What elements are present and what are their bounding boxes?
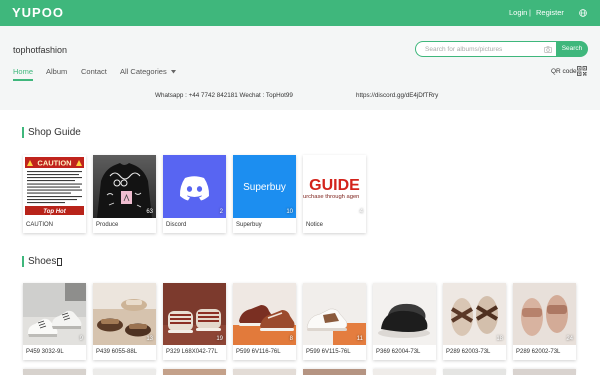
album-card[interactable]: 63 Produce [93, 155, 156, 233]
album-card[interactable]: 13 P439 6055-88L [93, 283, 156, 360]
album-title: P439 6055-88L [96, 349, 138, 355]
album-cover: 2 [163, 155, 226, 218]
nav-album[interactable]: Album [46, 67, 67, 77]
photo-count: 19 [216, 336, 223, 342]
album-cover: Superbuy 10 [233, 155, 296, 218]
album-title: Produce [96, 222, 119, 228]
qr-code-label[interactable]: QR code [551, 68, 577, 76]
album-card-partial[interactable] [373, 369, 436, 375]
album-title: Superbuy [236, 222, 262, 228]
photo-count: 4 [359, 209, 363, 215]
nav-contact[interactable]: Contact [81, 67, 107, 77]
section-title-text: Shop Guide [28, 127, 81, 138]
contact-info: Whatsapp : +44 7742 842181 Wechat : TopH… [155, 92, 293, 99]
section-accent-bar [22, 256, 24, 267]
album-cover: 8 [233, 283, 296, 345]
album-card-partial[interactable] [233, 369, 296, 375]
album-title: P459 3032-9L [26, 349, 64, 355]
login-register-separator: | [529, 8, 531, 17]
album-title: Discord [166, 222, 187, 228]
photo-count: 63 [146, 209, 153, 215]
section-title-shop-guide: Shop Guide [28, 127, 81, 139]
photo-count: 11 [356, 336, 363, 342]
search-box [415, 41, 557, 57]
monogram-sneakers-photo-image [233, 283, 296, 345]
album-card[interactable]: 8 P599 6V116-76L [233, 283, 296, 360]
album-cover: 19 [163, 283, 226, 345]
globe-icon[interactable] [579, 9, 587, 17]
nav-active-underline [13, 79, 33, 81]
album-cover: 13 [93, 283, 156, 345]
photo-count: 9 [79, 336, 83, 342]
missing-glyph-icon [57, 258, 63, 266]
album-title: Notice [306, 222, 324, 228]
section-accent-bar [22, 127, 24, 138]
album-title: CAUTION [26, 222, 53, 228]
album-cover: 11 [303, 283, 366, 345]
album-card-partial[interactable] [93, 369, 156, 375]
album-card[interactable]: 11 P599 6V115-76L [303, 283, 366, 360]
white-sneakers-photo-image [23, 283, 86, 345]
discord-link[interactable]: https://discord.gg/dE4jDfTRry [356, 92, 438, 100]
black-slides-photo-image [373, 283, 436, 345]
album-cover: 24 [513, 283, 576, 345]
nav-home[interactable]: Home [13, 67, 33, 77]
album-card-partial[interactable] [163, 369, 226, 375]
album-card[interactable]: 24 P289 62002-73L [513, 283, 576, 360]
search-button[interactable]: Search [556, 41, 588, 57]
register-link[interactable]: Register [536, 8, 564, 18]
album-title: P599 6V116-76L [236, 349, 281, 355]
login-link[interactable]: Login [509, 8, 527, 18]
search-input[interactable] [425, 44, 543, 54]
album-card[interactable]: 19 P329 L68X042-77L [163, 283, 226, 360]
camera-icon[interactable] [544, 45, 552, 53]
album-card[interactable]: GUIDE urchase through agen 4 Notice [303, 155, 366, 233]
photo-count: 8 [289, 336, 293, 342]
album-card-partial[interactable] [443, 369, 506, 375]
photo-count: 13 [146, 336, 153, 342]
section-title-shoes: Shoes [28, 256, 63, 268]
album-cover: 63 [93, 155, 156, 218]
caution-image-title: CAUTION [37, 159, 71, 168]
yupoo-logo[interactable]: YUPOO [12, 5, 64, 21]
album-cover: CAUTION Top Hot [23, 155, 86, 218]
photo-count: 10 [286, 209, 293, 215]
guide-banner-image: GUIDE urchase through agen [303, 155, 366, 218]
superbuy-logo-text: Superbuy [243, 182, 286, 193]
album-card[interactable]: Superbuy 10 Superbuy [233, 155, 296, 233]
section-title-text: Shoes [28, 256, 57, 267]
photo-count: 24 [566, 336, 573, 342]
album-cover [373, 283, 436, 345]
nav-all-categories[interactable]: All Categories [120, 67, 167, 77]
caution-image-signature: Top Hot [43, 209, 66, 215]
album-card[interactable]: 18 P289 62003-73L [443, 283, 506, 360]
shop-name: tophotfashion [13, 45, 68, 55]
album-title: P329 L68X042-77L [166, 349, 218, 355]
album-card[interactable]: P369 62004-73L [373, 283, 436, 360]
discord-logo-icon [163, 155, 226, 218]
album-card-partial[interactable] [513, 369, 576, 375]
photo-count: 2 [219, 209, 223, 215]
album-card-partial[interactable] [23, 369, 86, 375]
guide-banner-subtitle: urchase through agen [303, 194, 359, 200]
caution-notice-image: CAUTION Top Hot [23, 155, 86, 218]
album-cover: GUIDE urchase through agen 4 [303, 155, 366, 218]
photo-count: 18 [496, 336, 503, 342]
album-card[interactable]: 9 P459 3032-9L [23, 283, 86, 360]
album-card[interactable]: 2 Discord [163, 155, 226, 233]
album-title: P369 62004-73L [376, 349, 421, 355]
album-cover: 9 [23, 283, 86, 345]
qr-code-icon[interactable] [577, 66, 587, 76]
album-title: P599 6V115-76L [306, 349, 351, 355]
album-title: P289 62003-73L [446, 349, 491, 355]
guide-banner-title: GUIDE [309, 177, 360, 194]
caret-down-icon[interactable] [171, 70, 176, 74]
album-cover: 18 [443, 283, 506, 345]
album-card-partial[interactable] [303, 369, 366, 375]
album-title: P289 62002-73L [516, 349, 561, 355]
album-card[interactable]: CAUTION Top Hot CAUTION [23, 155, 86, 233]
